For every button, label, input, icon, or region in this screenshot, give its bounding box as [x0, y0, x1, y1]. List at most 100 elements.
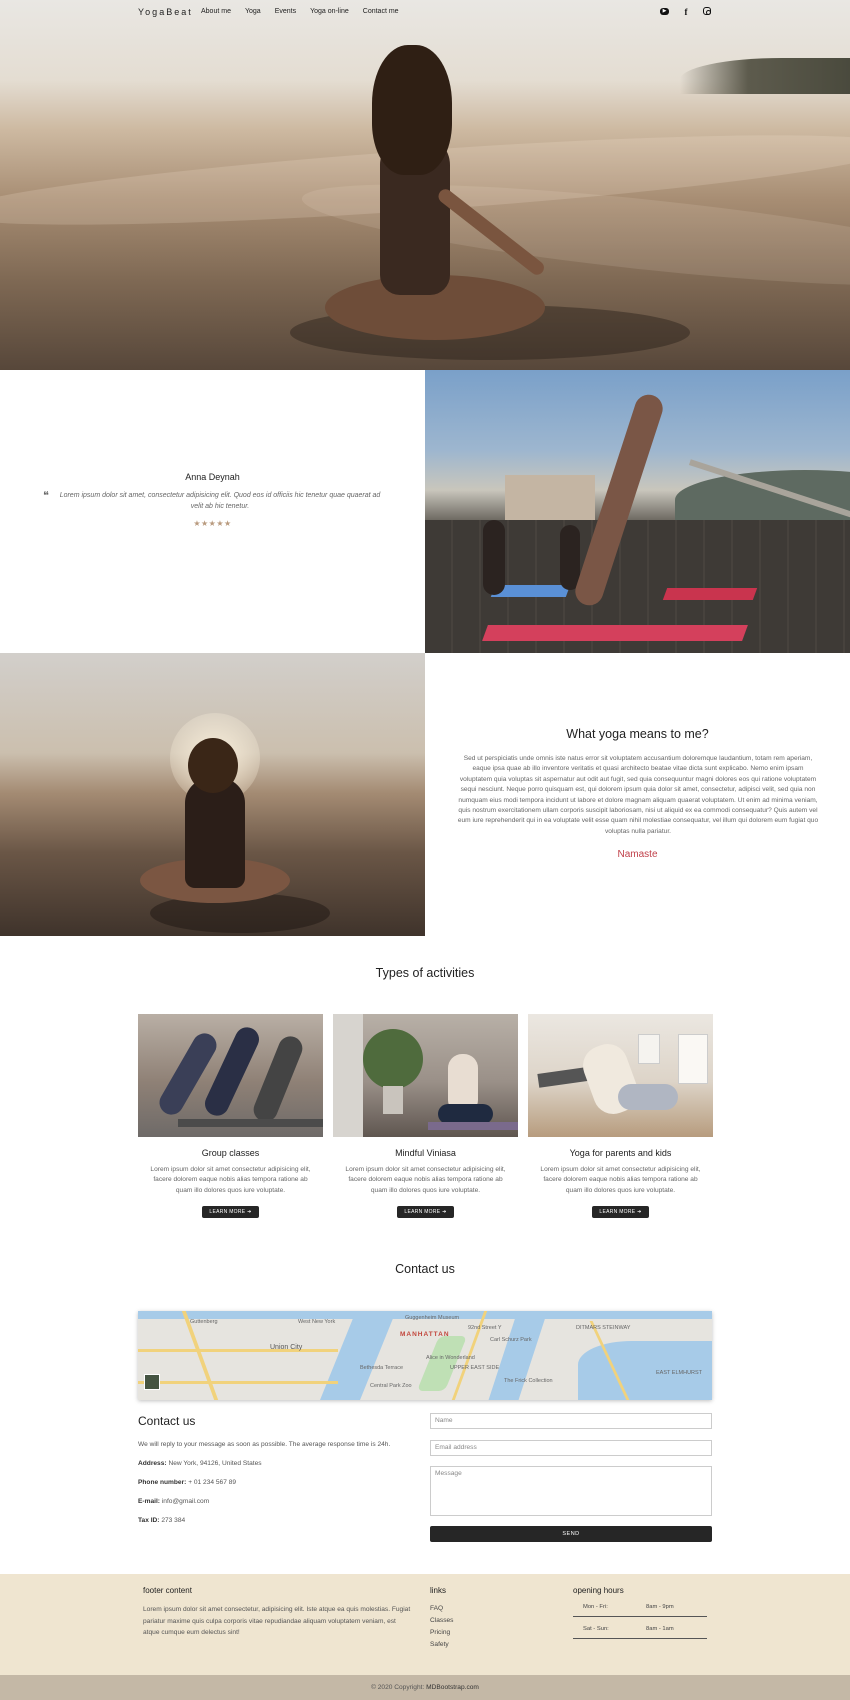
activity-text-parents-kids: Lorem ipsum dolor sit amet consectetur a…: [540, 1166, 701, 1194]
hours-days: Mon - Fri:: [583, 1604, 608, 1610]
plant-pot: [383, 1086, 403, 1114]
learn-more-button-group[interactable]: LEARN MORE ➜: [202, 1206, 259, 1219]
send-button[interactable]: SEND: [430, 1526, 712, 1542]
map-label: 92nd Street Y: [468, 1325, 502, 1331]
map-satellite-toggle[interactable]: [144, 1374, 160, 1390]
activity-image-parents-kids: [528, 1014, 713, 1137]
activity-title-group: Group classes: [201, 1148, 260, 1158]
copyright-link[interactable]: MDBootstrap.com: [426, 1684, 479, 1691]
activity-title-viniasa: Mindful Viniasa: [395, 1148, 456, 1158]
activity-card-group: Group classes Lorem ipsum dolor sit amet…: [138, 1014, 323, 1219]
map-embed[interactable]: Guttenberg West New York Union City Gugg…: [138, 1311, 712, 1400]
hero-figure-arm: [435, 186, 547, 278]
facebook-icon[interactable]: f: [681, 7, 691, 17]
brand-logo[interactable]: YogaBeat: [138, 7, 193, 17]
arrow-right-icon: ➜: [637, 1209, 642, 1216]
activity-card-viniasa: Mindful Viniasa Lorem ipsum dolor sit am…: [333, 1014, 518, 1219]
hours-time: 8am - 9pm: [646, 1604, 674, 1610]
arrow-right-icon: ➜: [442, 1209, 447, 1216]
child-figure: [618, 1084, 678, 1110]
contact-value: info@gmail.com: [161, 1498, 210, 1505]
footer-links-column: links FAQ Classes Pricing Safety: [430, 1586, 453, 1648]
activity-card-parents-kids: Yoga for parents and kids Lorem ipsum do…: [528, 1014, 713, 1219]
contact-value: + 01 234 567 89: [188, 1479, 237, 1486]
hero-figure-hair: [372, 45, 452, 175]
hours-row: Sat - Sun: 8am - 1am: [573, 1617, 707, 1639]
map-label: EAST ELMHURST: [656, 1370, 703, 1376]
footer-content-column: footer content Lorem ipsum dolor sit ame…: [143, 1586, 413, 1639]
shelf: [678, 1034, 708, 1084]
meditation-figure-head: [188, 738, 238, 793]
meditation-figure-body: [185, 778, 245, 888]
map-label: Guttenberg: [190, 1319, 218, 1325]
contact-label: Tax ID:: [138, 1517, 160, 1524]
radiator: [638, 1034, 660, 1064]
activity-title-parents-kids: Yoga for parents and kids: [569, 1148, 672, 1158]
contact-email: E-mail: info@gmail.com: [138, 1498, 418, 1505]
instagram-icon[interactable]: [703, 7, 711, 15]
rooftop-yoga-image: [425, 370, 850, 653]
kneeling-person-legs: [438, 1104, 493, 1124]
contact-label: Address:: [138, 1460, 167, 1467]
learn-more-label: LEARN MORE: [209, 1209, 246, 1216]
copyright-bar: © 2020 Copyright: MDBootstrap.com: [0, 1675, 850, 1700]
map-label: Union City: [270, 1344, 303, 1351]
map-road: [138, 1349, 338, 1352]
footer-hours-title: opening hours: [573, 1586, 624, 1595]
star-icon: ★: [200, 519, 209, 528]
star-icon: ★: [216, 519, 224, 528]
arrow-right-icon: ➜: [247, 1209, 252, 1216]
footer-link-faq[interactable]: FAQ: [430, 1605, 453, 1612]
footer-hours-column: opening hours Mon - Fri: 8am - 9pm Sat -…: [573, 1586, 707, 1639]
nav-link-contact[interactable]: Contact me: [363, 8, 399, 15]
email-input[interactable]: Email address: [430, 1440, 712, 1456]
testimonial-section: Anna Deynah ❝ Lorem ipsum dolor sit amet…: [0, 370, 425, 653]
rooftop-person: [483, 520, 505, 595]
footer-content-title: footer content: [143, 1586, 192, 1595]
nav-link-events[interactable]: Events: [275, 8, 296, 15]
contact-heading: Contact us: [138, 1414, 196, 1428]
hero-treeline: [680, 58, 850, 94]
hero-image: [0, 0, 850, 370]
rooftop-building: [505, 475, 595, 525]
contact-message: We will reply to your message as soon as…: [138, 1441, 391, 1448]
map-label: Alice in Wonderland: [426, 1355, 475, 1361]
map-label: Central Park Zoo: [370, 1383, 412, 1389]
footer-content-text: Lorem ipsum dolor sit amet consectetur, …: [143, 1606, 411, 1636]
yoga-mat: [482, 625, 748, 641]
hours-time: 8am - 1am: [646, 1626, 674, 1632]
group-person: [250, 1032, 306, 1126]
footer-link-pricing[interactable]: Pricing: [430, 1629, 453, 1636]
youtube-icon[interactable]: ▶: [660, 8, 669, 15]
learn-more-button-parents-kids[interactable]: LEARN MORE ➜: [592, 1206, 649, 1219]
contact-value: 273 384: [161, 1517, 186, 1524]
plant: [363, 1029, 423, 1089]
nav-links: About me Yoga Events Yoga on-line Contac…: [201, 8, 399, 15]
learn-more-label: LEARN MORE: [599, 1209, 636, 1216]
nav-link-yoga-online[interactable]: Yoga on-line: [310, 8, 349, 15]
name-input[interactable]: Name: [430, 1413, 712, 1429]
footer-link-classes[interactable]: Classes: [430, 1617, 453, 1624]
footer-link-safety[interactable]: Safety: [430, 1641, 453, 1648]
contact-section-title: Contact us: [395, 1262, 455, 1276]
window: [333, 1014, 363, 1137]
contact-label: E-mail:: [138, 1498, 160, 1505]
meaning-text: Sed ut perspiciatis unde omnis iste natu…: [457, 755, 819, 835]
contact-info: Contact us We will reply to your message…: [138, 1414, 418, 1524]
star-icon: ★: [193, 519, 201, 528]
map-label: DITMARS STEINWAY: [576, 1325, 631, 1331]
yoga-mat: [178, 1119, 323, 1127]
nav-link-yoga[interactable]: Yoga: [245, 8, 261, 15]
map-label: Bethesda Terrace: [360, 1365, 404, 1371]
activity-text-viniasa: Lorem ipsum dolor sit amet consectetur a…: [345, 1166, 506, 1194]
contact-phone: Phone number: + 01 234 567 89: [138, 1479, 418, 1486]
testimonial-quote: Lorem ipsum dolor sit amet, consectetur …: [59, 492, 381, 510]
message-textarea[interactable]: Message: [430, 1466, 712, 1516]
rating-stars: ★★★★★: [0, 519, 425, 528]
copyright-text: © 2020 Copyright:: [371, 1684, 425, 1691]
map-label: UPPER EAST SIDE: [450, 1365, 500, 1371]
meditation-image: [0, 653, 425, 936]
contact-address: Address: New York, 94126, United States: [138, 1460, 418, 1467]
learn-more-button-viniasa[interactable]: LEARN MORE ➜: [397, 1206, 454, 1219]
nav-link-about[interactable]: About me: [201, 8, 231, 15]
